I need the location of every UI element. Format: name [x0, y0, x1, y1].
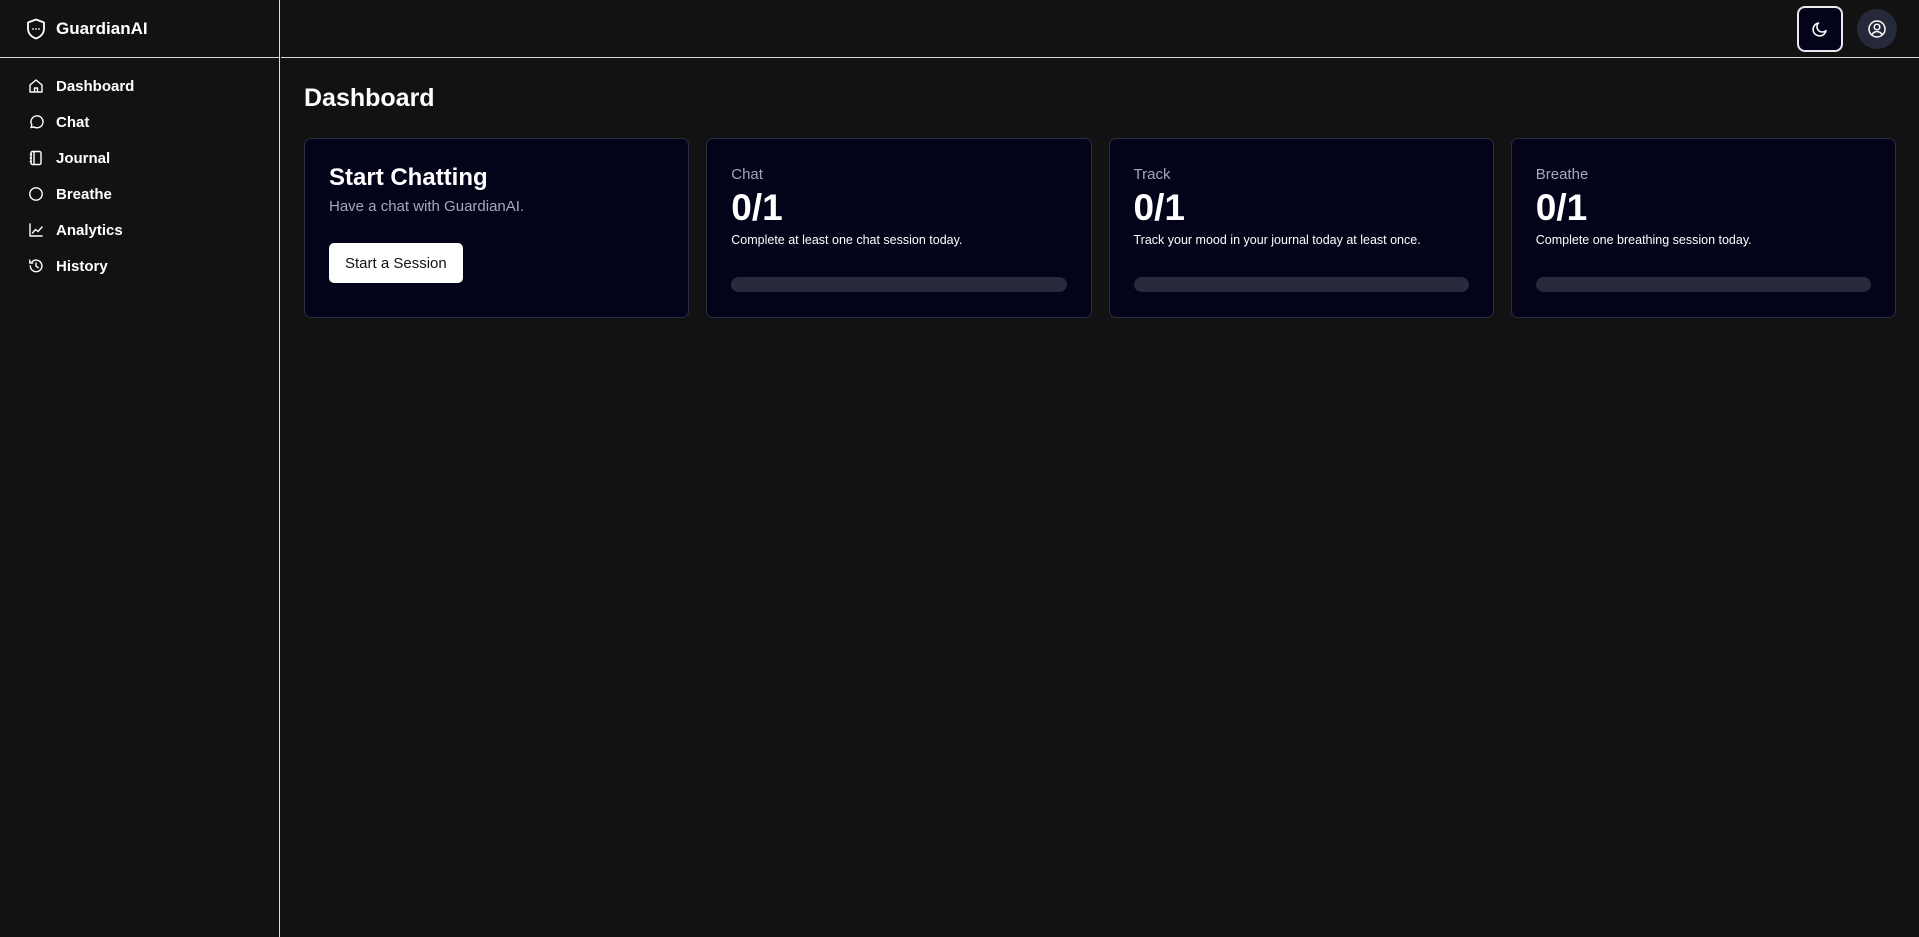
goal-label: Breathe [1535, 166, 1589, 183]
goal-value: 0/1 [1535, 187, 1588, 228]
goal-description: Complete one breathing session today. [1535, 233, 1752, 247]
history-icon [28, 258, 44, 274]
start-chatting-card: Start Chatting Have a chat with Guardian… [304, 138, 690, 318]
card-title: Start Chatting [329, 164, 488, 191]
line-chart-icon [28, 222, 44, 238]
top-bar [281, 0, 1919, 58]
sidebar-item-journal[interactable]: Journal [0, 140, 279, 176]
goal-progress-bar [1133, 277, 1469, 292]
brand[interactable]: GuardianAI [0, 0, 279, 58]
page-title: Dashboard [304, 84, 435, 112]
moon-icon [1811, 20, 1829, 38]
sidebar-item-label: Journal [56, 149, 111, 167]
main-content: Dashboard Start Chatting Have a chat wit… [304, 58, 1919, 318]
goal-card-chat: Chat 0/1 Complete at least one chat sess… [706, 138, 1092, 318]
sidebar-item-history[interactable]: History [0, 248, 279, 284]
sidebar-item-label: Chat [56, 113, 90, 131]
goal-label: Chat [731, 166, 763, 183]
sidebar-item-chat[interactable]: Chat [0, 104, 279, 140]
start-session-button[interactable]: Start a Session [329, 243, 463, 283]
goal-description: Complete at least one chat session today… [731, 233, 963, 247]
goal-value: 0/1 [731, 187, 783, 228]
sidebar-item-label: Breathe [56, 185, 112, 203]
sidebar-item-dashboard[interactable]: Dashboard [0, 68, 279, 104]
brand-name: GuardianAI [56, 18, 148, 38]
user-circle-icon [1867, 19, 1887, 39]
sidebar-item-analytics[interactable]: Analytics [0, 212, 279, 248]
shield-logo-icon [26, 18, 46, 40]
notebook-icon [28, 150, 44, 166]
circle-icon [28, 186, 44, 202]
sidebar-item-label: History [56, 257, 108, 275]
goal-description: Track your mood in your journal today at… [1133, 233, 1421, 247]
goal-card-breathe: Breathe 0/1 Complete one breathing sessi… [1510, 138, 1896, 318]
sidebar: GuardianAI Dashboard Chat Journal Breath… [0, 0, 280, 937]
goal-label: Track [1133, 166, 1171, 183]
sidebar-item-label: Analytics [56, 221, 123, 239]
theme-toggle-button[interactable] [1797, 6, 1843, 52]
account-menu-button[interactable] [1857, 9, 1897, 49]
goal-progress-bar [1535, 277, 1871, 292]
goal-progress-bar [731, 277, 1067, 292]
message-circle-icon [28, 114, 44, 130]
dashboard-cards: Start Chatting Have a chat with Guardian… [304, 138, 1896, 318]
sidebar-item-label: Dashboard [56, 77, 135, 95]
sidebar-nav: Dashboard Chat Journal Breathe Analytics… [0, 58, 279, 284]
sidebar-item-breathe[interactable]: Breathe [0, 176, 279, 212]
goal-card-track: Track 0/1 Track your mood in your journa… [1108, 138, 1494, 318]
card-subtitle: Have a chat with GuardianAI. [329, 198, 525, 215]
home-icon [28, 78, 44, 94]
goal-value: 0/1 [1133, 187, 1185, 228]
